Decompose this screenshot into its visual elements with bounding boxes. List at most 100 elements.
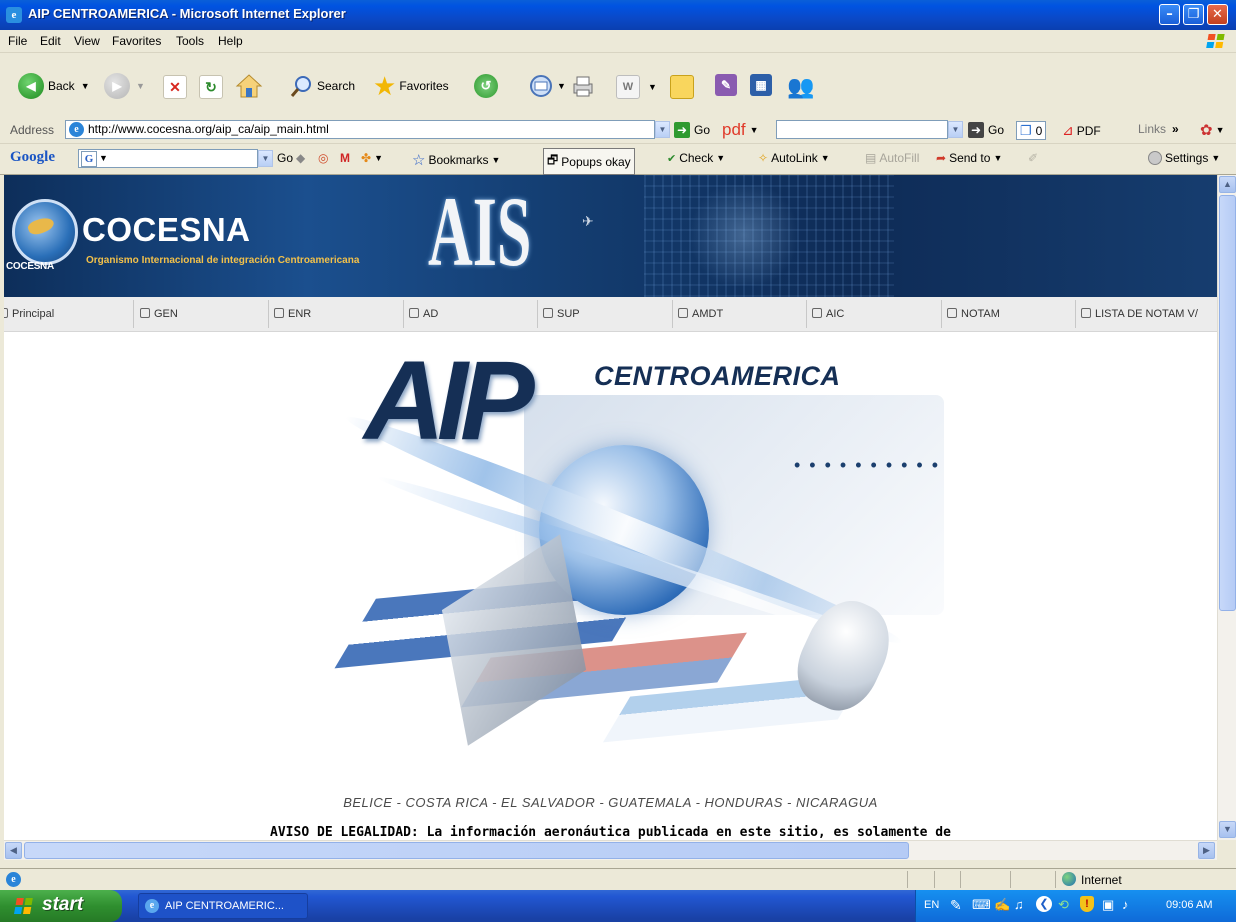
start-button[interactable]: start [0, 890, 122, 922]
google-apps-button[interactable]: ✤ ▼ [361, 151, 383, 165]
speech-icon[interactable]: ♫ [1014, 897, 1024, 912]
menu-favorites[interactable]: Favorites [112, 34, 161, 48]
google-go-button[interactable]: Go ◆ [277, 151, 305, 165]
autofill-label: AutoFill [879, 151, 920, 165]
keyboard-icon[interactable]: ⌨ [972, 897, 991, 913]
pdf-menu-button[interactable]: pdf ▼ [722, 120, 759, 140]
nav-divider [403, 300, 404, 328]
nav-amdt[interactable]: AMDT [678, 308, 723, 320]
collapse-tray-icon[interactable]: ❮ [1036, 896, 1052, 912]
nav-notam[interactable]: NOTAM [947, 308, 1000, 320]
horizontal-scrollbar[interactable]: ◀ ▶ [4, 840, 1217, 860]
nav-enr[interactable]: ENR [274, 308, 311, 320]
star-icon: ★ [373, 71, 397, 101]
volume-icon[interactable]: ♪ [1122, 897, 1129, 912]
minimize-button[interactable]: – [1159, 4, 1180, 25]
display-icon[interactable]: ▣ [1102, 897, 1114, 913]
home-button[interactable] [235, 73, 263, 99]
language-indicator[interactable]: EN [924, 899, 939, 911]
nav-divider [941, 300, 942, 328]
scroll-right-button[interactable]: ▶ [1198, 842, 1215, 859]
menu-view[interactable]: View [74, 34, 100, 48]
scroll-corner [1217, 840, 1236, 859]
pdf-dropdown-button[interactable]: ▼ [948, 121, 963, 138]
pdf-search-field[interactable] [776, 120, 948, 139]
go-button[interactable]: ➜ Go [674, 122, 710, 138]
vertical-scrollbar[interactable]: ▲ ▼ [1217, 175, 1236, 840]
maximize-button[interactable]: ❐ [1183, 4, 1204, 25]
messenger-button[interactable]: ✎ [715, 74, 737, 96]
extras-button[interactable]: ✿ ▼ [1200, 121, 1225, 139]
bookmarks-button[interactable]: ☆ Bookmarks ▼ [412, 151, 500, 169]
favorites-button[interactable]: ★ Favorites [373, 73, 449, 99]
links-button[interactable]: Links » [1138, 122, 1179, 136]
nav-checkbox-icon [274, 308, 284, 318]
close-button[interactable]: ✕ [1207, 4, 1228, 25]
address-dropdown-button[interactable]: ▼ [655, 121, 670, 138]
spellcheck-button[interactable]: ✔ Check ▼ [667, 151, 725, 165]
autofill-button[interactable]: ▤ AutoFill [865, 151, 919, 165]
popups-button[interactable]: 🗗 Popups okay [543, 148, 635, 175]
menu-edit[interactable]: Edit [40, 34, 61, 48]
scroll-left-button[interactable]: ◀ [5, 842, 22, 859]
history-icon: ↺ [474, 74, 498, 98]
settings-button[interactable]: Settings ▼ [1148, 151, 1220, 165]
media-button[interactable]: ▦ [750, 74, 772, 96]
users-button[interactable]: 👥 [787, 74, 814, 100]
check-label: Check [679, 151, 714, 165]
pen-icon[interactable]: ✎ [950, 897, 962, 914]
history-button[interactable]: ↺ [474, 74, 498, 98]
vertical-scroll-thumb[interactable] [1219, 195, 1236, 611]
mail-button[interactable]: ▼ [528, 74, 566, 98]
system-tray: EN ✎ ⌨ ✍ ♫ ❮ ⟲ ! ▣ ♪ 09:06 AM [915, 890, 1236, 922]
google-dropdown-button[interactable]: ▼ [258, 150, 273, 167]
autolink-button[interactable]: ✧ AutoLink ▼ [758, 151, 830, 165]
search-button[interactable]: Search [290, 74, 355, 98]
pdf-button-label: PDF [1076, 123, 1101, 138]
menu-tools[interactable]: Tools [176, 34, 204, 48]
forward-button[interactable]: ▶ ▼ [104, 73, 145, 99]
send-icon: ➦ [936, 151, 947, 165]
go-arrow-icon: ➜ [968, 122, 984, 138]
address-field[interactable]: e http://www.cocesna.org/aip_ca/aip_main… [65, 120, 655, 139]
pdf-button[interactable]: ⊿ PDF [1062, 122, 1101, 139]
window-title: AIP CENTROAMERICA - Microsoft Internet E… [28, 6, 346, 21]
page-counter[interactable]: ❐ 0 [1016, 121, 1047, 140]
horizontal-scroll-thumb[interactable] [24, 842, 909, 859]
news-button[interactable]: ◎ [318, 151, 328, 165]
stop-button[interactable]: ✕ [163, 75, 187, 99]
discuss-button[interactable] [670, 75, 694, 99]
print-button[interactable] [571, 74, 595, 98]
scroll-up-button[interactable]: ▲ [1219, 176, 1236, 193]
gmail-button[interactable]: M [340, 151, 350, 165]
menu-help[interactable]: Help [218, 34, 243, 48]
google-search-field[interactable]: G ▼ [78, 149, 258, 168]
nav-lista-notam[interactable]: LISTA DE NOTAM V/ [1081, 308, 1198, 320]
highlight-button[interactable]: ✐ [1028, 151, 1038, 165]
autofill-icon: ▤ [865, 151, 877, 165]
dots-decoration [920, 475, 930, 485]
taskbar-item-ie[interactable]: e AIP CENTROAMERIC... [138, 893, 308, 919]
chevron-down-icon: ▼ [648, 82, 657, 92]
back-button[interactable]: ◀ Back ▼ [18, 73, 90, 99]
nav-gen[interactable]: GEN [140, 308, 178, 320]
nav-ad[interactable]: AD [409, 308, 438, 320]
sendto-button[interactable]: ➦ Send to ▼ [936, 151, 1002, 165]
nav-principal[interactable]: Principal [4, 308, 54, 320]
back-label: Back [48, 79, 75, 93]
menu-file[interactable]: File [8, 34, 27, 48]
scroll-down-button[interactable]: ▼ [1219, 821, 1236, 838]
nav-divider [1075, 300, 1076, 328]
clock[interactable]: 09:06 AM [1166, 899, 1212, 911]
edit-button[interactable]: W ▼ [616, 75, 657, 99]
nav-sup[interactable]: SUP [543, 308, 580, 320]
nav-aic[interactable]: AIC [812, 308, 844, 320]
go2-label: Go [988, 123, 1005, 137]
handwriting-icon[interactable]: ✍ [994, 897, 1010, 913]
pdf-go-button[interactable]: ➜ Go [968, 122, 1004, 138]
page-status-icon: e [6, 872, 21, 887]
security-shield-icon[interactable]: ! [1080, 896, 1094, 912]
settings-label: Settings [1165, 151, 1209, 165]
network-icon[interactable]: ⟲ [1058, 897, 1069, 913]
refresh-button[interactable]: ↻ [199, 75, 223, 99]
